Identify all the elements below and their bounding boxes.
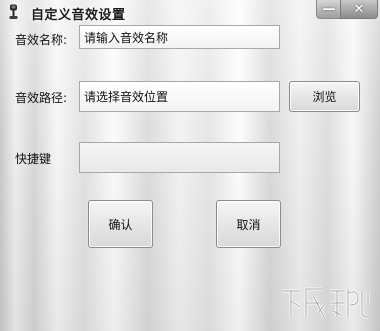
close-icon: ✕ xyxy=(353,1,365,17)
sound-name-placeholder: 请输入音效名称 xyxy=(84,30,169,45)
minimize-icon: — xyxy=(322,1,336,17)
confirm-button-label: 确认 xyxy=(108,217,133,232)
browse-button-label: 浏览 xyxy=(312,90,337,104)
sound-path-label: 音效路径: xyxy=(15,91,68,105)
confirm-button[interactable]: 确认 xyxy=(88,200,153,248)
cancel-button[interactable]: 取消 xyxy=(216,200,281,248)
sound-name-label: 音效名称: xyxy=(15,33,68,47)
title-bar[interactable]: 自定义音效设置 — ✕ xyxy=(0,0,380,24)
sound-name-input[interactable]: 请输入音效名称 xyxy=(79,25,280,49)
hotkey-input[interactable] xyxy=(79,142,280,173)
browse-button[interactable]: 浏览 xyxy=(289,81,360,112)
hotkey-label: 快捷键 xyxy=(15,152,52,166)
cancel-button-label: 取消 xyxy=(236,217,261,232)
sound-path-input[interactable]: 请选择音效位置 xyxy=(79,81,280,112)
close-button[interactable]: ✕ xyxy=(340,0,378,19)
watermark-logo xyxy=(278,283,374,321)
minimize-button[interactable]: — xyxy=(316,0,342,19)
microphone-icon xyxy=(7,4,21,20)
sound-path-placeholder: 请选择音效位置 xyxy=(84,90,169,104)
window-title: 自定义音效设置 xyxy=(31,8,126,23)
